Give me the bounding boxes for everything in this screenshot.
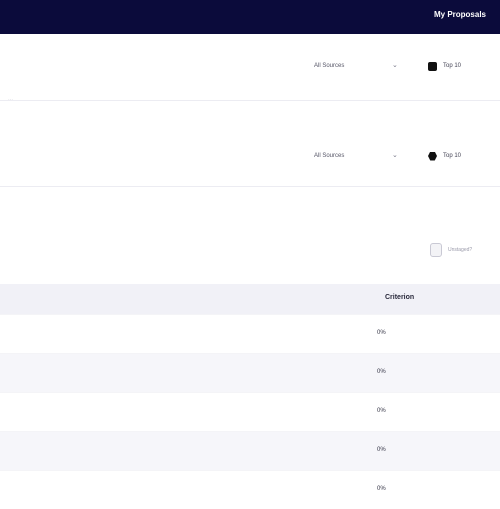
column-header-criterion[interactable]: Criterion xyxy=(385,294,414,301)
unstaged-checkbox-label: Unstaged? xyxy=(448,247,473,253)
source-dropdown-label: All Sources xyxy=(314,63,345,69)
table-header: Criterion xyxy=(0,284,500,314)
table-cell: 0% xyxy=(377,369,386,375)
chevron-down-icon: ⌄ xyxy=(392,152,398,159)
square-icon xyxy=(428,61,437,71)
data-table: Criterion 0% 0% 0% 0% 0% xyxy=(0,284,500,509)
hexagon-icon xyxy=(428,151,437,161)
table-cell: 0% xyxy=(377,330,386,336)
filter-row-1: All Sources ⌄ Top 10 xyxy=(0,56,500,76)
unstaged-checkbox-control[interactable]: Unstaged? xyxy=(430,241,472,259)
table-cell: 0% xyxy=(377,486,386,492)
chevron-down-icon: ⌄ xyxy=(392,62,398,69)
table-row[interactable]: 0% xyxy=(0,431,500,470)
top-filter-label: Top 10 xyxy=(443,153,462,159)
source-dropdown[interactable]: All Sources ⌄ xyxy=(306,146,406,166)
table-row[interactable]: 0% xyxy=(0,314,500,353)
top-filter-toggle[interactable]: Top 10 xyxy=(422,56,492,76)
table-cell: 0% xyxy=(377,447,386,453)
divider xyxy=(0,100,500,101)
table-cell: 0% xyxy=(377,408,386,414)
filter-row-2: All Sources ⌄ Top 10 xyxy=(0,146,500,166)
top-nav-bar: My Proposals xyxy=(0,0,500,34)
top-filter-toggle[interactable]: Top 10 xyxy=(422,146,492,166)
table-row[interactable]: 0% xyxy=(0,392,500,431)
top-filter-label: Top 10 xyxy=(443,63,462,69)
unstaged-checkbox[interactable] xyxy=(430,243,442,257)
table-row[interactable]: 0% xyxy=(0,470,500,509)
faint-text: ... xyxy=(8,96,14,102)
source-dropdown-label: All Sources xyxy=(314,153,345,159)
source-dropdown[interactable]: All Sources ⌄ xyxy=(306,56,406,76)
divider xyxy=(0,186,500,187)
table-row[interactable]: 0% xyxy=(0,353,500,392)
nav-title-link[interactable]: My Proposals xyxy=(434,10,486,19)
